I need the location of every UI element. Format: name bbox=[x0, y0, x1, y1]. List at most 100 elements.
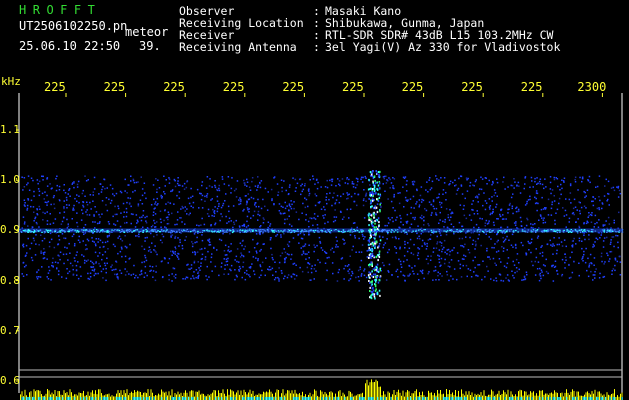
echo-dot bbox=[372, 233, 375, 236]
carrier-dot bbox=[383, 229, 385, 231]
level-bar bbox=[579, 395, 581, 400]
echo-dot bbox=[371, 270, 373, 273]
noise-dot bbox=[135, 235, 137, 237]
noise-dot bbox=[39, 276, 42, 278]
noise-dot bbox=[349, 208, 352, 210]
level-bar bbox=[113, 396, 114, 400]
noise-dot bbox=[383, 244, 385, 246]
noise-dot bbox=[182, 207, 184, 209]
carrier-dot bbox=[267, 231, 270, 233]
echo-dot bbox=[375, 268, 377, 271]
noise-dot bbox=[477, 237, 479, 240]
echo-dot bbox=[375, 292, 377, 295]
noise-dot bbox=[418, 235, 420, 238]
carrier-dot bbox=[481, 230, 484, 232]
noise-dot bbox=[204, 256, 207, 258]
level-bar bbox=[578, 391, 579, 400]
noise-dot bbox=[55, 189, 58, 192]
noise-dot bbox=[495, 203, 498, 206]
noise-dot bbox=[598, 277, 601, 279]
noise-dot bbox=[450, 275, 452, 277]
noise-dot bbox=[595, 237, 597, 239]
carrier-dot bbox=[566, 230, 568, 232]
noise-dot bbox=[173, 267, 176, 270]
noise-dot bbox=[199, 269, 201, 271]
carrier-dot bbox=[98, 231, 101, 233]
noise-dot bbox=[87, 179, 89, 181]
noise-dot bbox=[398, 238, 400, 240]
noise-dot bbox=[142, 226, 144, 228]
noise-dot bbox=[142, 210, 145, 212]
carrier-dot bbox=[574, 229, 577, 231]
carrier-dot bbox=[576, 230, 578, 232]
carrier-dot bbox=[223, 229, 225, 231]
noise-dot bbox=[427, 223, 429, 225]
noise-dot bbox=[257, 259, 259, 262]
echo-dot bbox=[371, 225, 374, 227]
noise-dot bbox=[22, 262, 25, 264]
noise-dot bbox=[398, 258, 400, 261]
noise-dot bbox=[103, 245, 105, 248]
noise-dot bbox=[400, 217, 402, 220]
noise-dot bbox=[406, 213, 409, 216]
noise-dot bbox=[616, 260, 619, 263]
noise-dot bbox=[617, 187, 619, 189]
echo-dot bbox=[371, 293, 373, 296]
noise-dot bbox=[113, 268, 115, 271]
noise-dot bbox=[530, 251, 532, 254]
noise-dot bbox=[143, 276, 146, 278]
noise-dot bbox=[242, 255, 245, 258]
noise-dot bbox=[161, 197, 163, 199]
noise-dot bbox=[578, 262, 580, 264]
noise-dot bbox=[617, 196, 620, 198]
noise-dot bbox=[262, 198, 264, 201]
carrier-dot bbox=[95, 229, 98, 231]
x-tick-label: 225 bbox=[222, 80, 245, 94]
noise-dot bbox=[409, 198, 412, 200]
noise-dot bbox=[359, 266, 361, 268]
noise-dot bbox=[87, 259, 89, 261]
noise-dot bbox=[193, 233, 196, 235]
noise-dot bbox=[436, 235, 438, 238]
noise-dot bbox=[574, 181, 577, 183]
noise-dot bbox=[173, 178, 176, 181]
noise-dot bbox=[101, 200, 104, 202]
noise-dot bbox=[255, 202, 257, 204]
noise-dot bbox=[437, 274, 439, 277]
noise-dot bbox=[318, 202, 320, 204]
noise-dot bbox=[403, 255, 406, 257]
noise-dot bbox=[124, 255, 127, 258]
noise-dot bbox=[387, 198, 389, 200]
noise-dot bbox=[239, 256, 242, 258]
noise-dot bbox=[493, 279, 495, 282]
noise-dot bbox=[69, 195, 71, 197]
carrier-dot bbox=[356, 230, 359, 232]
noise-dot bbox=[168, 278, 170, 281]
noise-dot bbox=[571, 240, 574, 242]
noise-dot bbox=[526, 202, 528, 205]
noise-dot bbox=[281, 272, 283, 274]
noise-dot bbox=[550, 244, 552, 246]
level-bar bbox=[593, 393, 594, 400]
noise-dot bbox=[444, 218, 446, 221]
noise-dot bbox=[421, 239, 424, 242]
noise-dot bbox=[495, 206, 497, 208]
noise-dot bbox=[404, 243, 406, 246]
echo-dot bbox=[374, 189, 376, 192]
carrier-dot bbox=[462, 229, 464, 231]
noise-dot bbox=[586, 189, 589, 191]
noise-dot bbox=[348, 272, 350, 275]
carrier-dot bbox=[46, 229, 49, 231]
noise-dot bbox=[407, 275, 409, 277]
level-bar bbox=[500, 395, 501, 400]
noise-dot bbox=[168, 182, 171, 184]
noise-dot bbox=[49, 213, 51, 215]
noise-dot bbox=[240, 252, 242, 254]
noise-dot bbox=[101, 258, 103, 261]
noise-dot bbox=[240, 200, 242, 202]
noise-dot bbox=[76, 251, 78, 253]
noise-dot bbox=[294, 178, 297, 181]
noise-dot bbox=[337, 178, 339, 180]
level-bar bbox=[428, 390, 429, 400]
level-bar bbox=[420, 395, 422, 400]
